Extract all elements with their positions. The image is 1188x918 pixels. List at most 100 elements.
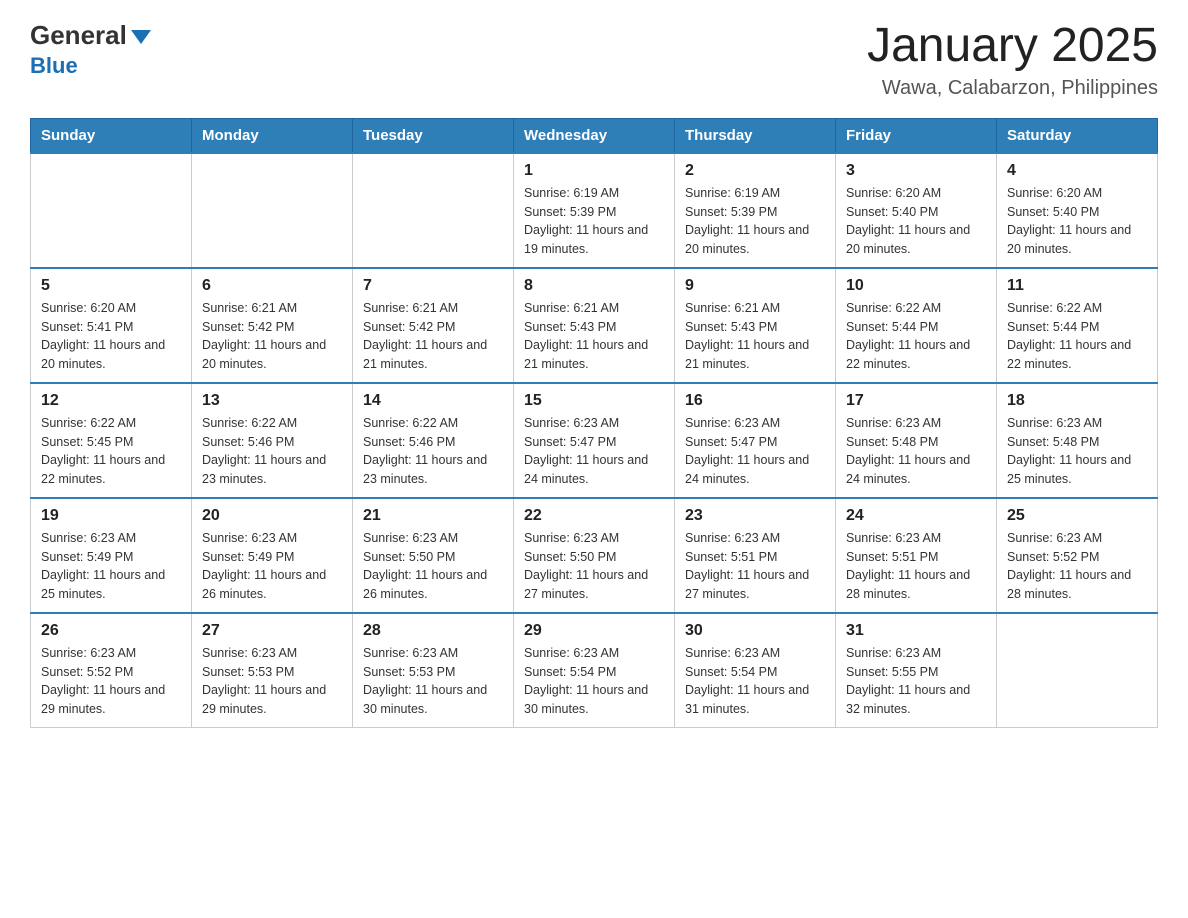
day-info: Sunrise: 6:23 AM Sunset: 5:49 PM Dayligh…	[202, 529, 342, 604]
day-info: Sunrise: 6:21 AM Sunset: 5:43 PM Dayligh…	[524, 299, 664, 374]
calendar-cell: 21Sunrise: 6:23 AM Sunset: 5:50 PM Dayli…	[353, 498, 514, 613]
day-number: 24	[846, 507, 986, 525]
day-number: 14	[363, 392, 503, 410]
day-number: 15	[524, 392, 664, 410]
title-area: January 2025 Wawa, Calabarzon, Philippin…	[867, 20, 1158, 100]
logo-triangle-icon	[131, 30, 151, 44]
day-info: Sunrise: 6:23 AM Sunset: 5:53 PM Dayligh…	[202, 644, 342, 719]
calendar-cell: 4Sunrise: 6:20 AM Sunset: 5:40 PM Daylig…	[997, 153, 1158, 268]
logo-general-text: General	[30, 20, 127, 51]
day-info: Sunrise: 6:22 AM Sunset: 5:45 PM Dayligh…	[41, 414, 181, 489]
day-info: Sunrise: 6:23 AM Sunset: 5:48 PM Dayligh…	[846, 414, 986, 489]
week-row-1: 1 Sunrise: 6:19 AM Sunset: 5:39 PM Daylig…	[31, 153, 1158, 268]
day-number: 16	[685, 392, 825, 410]
calendar-cell	[192, 153, 353, 268]
page-header: General Blue January 2025 Wawa, Calabarz…	[30, 20, 1158, 100]
day-info: Sunrise: 6:22 AM Sunset: 5:46 PM Dayligh…	[363, 414, 503, 489]
day-number: 30	[685, 622, 825, 640]
day-info: Sunrise: 6:20 AM Sunset: 5:40 PM Dayligh…	[846, 184, 986, 259]
day-info: Sunrise: 6:23 AM Sunset: 5:52 PM Dayligh…	[1007, 529, 1147, 604]
day-number: 3	[846, 162, 986, 180]
calendar-header-row: SundayMondayTuesdayWednesdayThursdayFrid…	[31, 118, 1158, 153]
day-info: Sunrise: 6:23 AM Sunset: 5:54 PM Dayligh…	[685, 644, 825, 719]
day-number: 8	[524, 277, 664, 295]
calendar-cell: 27 Sunrise: 6:23 AM Sunset: 5:53 PM Dayli…	[192, 613, 353, 728]
column-header-saturday: Saturday	[997, 118, 1158, 153]
calendar-cell: 15Sunrise: 6:23 AM Sunset: 5:47 PM Dayli…	[514, 383, 675, 498]
day-number: 1	[524, 162, 664, 180]
calendar-cell: 28 Sunrise: 6:23 AM Sunset: 5:53 PM Dayli…	[353, 613, 514, 728]
calendar-cell: 22Sunrise: 6:23 AM Sunset: 5:50 PM Dayli…	[514, 498, 675, 613]
calendar-cell: 1 Sunrise: 6:19 AM Sunset: 5:39 PM Daylig…	[514, 153, 675, 268]
calendar-cell: 6 Sunrise: 6:21 AM Sunset: 5:42 PM Daylig…	[192, 268, 353, 383]
day-number: 13	[202, 392, 342, 410]
calendar-cell: 3 Sunrise: 6:20 AM Sunset: 5:40 PM Daylig…	[836, 153, 997, 268]
calendar-cell: 5Sunrise: 6:20 AM Sunset: 5:41 PM Daylig…	[31, 268, 192, 383]
day-number: 28	[363, 622, 503, 640]
day-number: 18	[1007, 392, 1147, 410]
week-row-3: 12 Sunrise: 6:22 AM Sunset: 5:45 PM Dayli…	[31, 383, 1158, 498]
day-info: Sunrise: 6:22 AM Sunset: 5:44 PM Dayligh…	[846, 299, 986, 374]
day-number: 29	[524, 622, 664, 640]
column-header-sunday: Sunday	[31, 118, 192, 153]
day-number: 6	[202, 277, 342, 295]
page-title: January 2025	[867, 20, 1158, 73]
day-number: 26	[41, 622, 181, 640]
day-number: 25	[1007, 507, 1147, 525]
calendar-cell: 20 Sunrise: 6:23 AM Sunset: 5:49 PM Dayli…	[192, 498, 353, 613]
day-number: 23	[685, 507, 825, 525]
calendar-cell: 8 Sunrise: 6:21 AM Sunset: 5:43 PM Daylig…	[514, 268, 675, 383]
day-info: Sunrise: 6:23 AM Sunset: 5:51 PM Dayligh…	[846, 529, 986, 604]
day-info: Sunrise: 6:21 AM Sunset: 5:42 PM Dayligh…	[202, 299, 342, 374]
calendar-cell: 23 Sunrise: 6:23 AM Sunset: 5:51 PM Dayli…	[675, 498, 836, 613]
calendar-cell: 17 Sunrise: 6:23 AM Sunset: 5:48 PM Dayli…	[836, 383, 997, 498]
day-info: Sunrise: 6:21 AM Sunset: 5:42 PM Dayligh…	[363, 299, 503, 374]
calendar-cell: 13 Sunrise: 6:22 AM Sunset: 5:46 PM Dayli…	[192, 383, 353, 498]
calendar-cell: 9Sunrise: 6:21 AM Sunset: 5:43 PM Daylig…	[675, 268, 836, 383]
calendar-cell	[997, 613, 1158, 728]
day-info: Sunrise: 6:21 AM Sunset: 5:43 PM Dayligh…	[685, 299, 825, 374]
calendar-cell: 26Sunrise: 6:23 AM Sunset: 5:52 PM Dayli…	[31, 613, 192, 728]
day-number: 20	[202, 507, 342, 525]
day-number: 31	[846, 622, 986, 640]
calendar-cell: 2Sunrise: 6:19 AM Sunset: 5:39 PM Daylig…	[675, 153, 836, 268]
week-row-5: 26Sunrise: 6:23 AM Sunset: 5:52 PM Dayli…	[31, 613, 1158, 728]
day-info: Sunrise: 6:23 AM Sunset: 5:50 PM Dayligh…	[524, 529, 664, 604]
day-number: 19	[41, 507, 181, 525]
day-info: Sunrise: 6:23 AM Sunset: 5:47 PM Dayligh…	[685, 414, 825, 489]
column-header-friday: Friday	[836, 118, 997, 153]
day-number: 27	[202, 622, 342, 640]
page-subtitle: Wawa, Calabarzon, Philippines	[867, 77, 1158, 100]
day-number: 4	[1007, 162, 1147, 180]
logo-blue-text: Blue	[30, 53, 78, 78]
day-info: Sunrise: 6:19 AM Sunset: 5:39 PM Dayligh…	[524, 184, 664, 259]
week-row-4: 19 Sunrise: 6:23 AM Sunset: 5:49 PM Dayli…	[31, 498, 1158, 613]
calendar-cell: 12 Sunrise: 6:22 AM Sunset: 5:45 PM Dayli…	[31, 383, 192, 498]
calendar-cell: 11Sunrise: 6:22 AM Sunset: 5:44 PM Dayli…	[997, 268, 1158, 383]
day-info: Sunrise: 6:23 AM Sunset: 5:48 PM Dayligh…	[1007, 414, 1147, 489]
calendar-cell: 29 Sunrise: 6:23 AM Sunset: 5:54 PM Dayli…	[514, 613, 675, 728]
calendar-cell: 10 Sunrise: 6:22 AM Sunset: 5:44 PM Dayli…	[836, 268, 997, 383]
column-header-thursday: Thursday	[675, 118, 836, 153]
calendar-table: SundayMondayTuesdayWednesdayThursdayFrid…	[30, 118, 1158, 728]
day-info: Sunrise: 6:23 AM Sunset: 5:53 PM Dayligh…	[363, 644, 503, 719]
day-info: Sunrise: 6:22 AM Sunset: 5:44 PM Dayligh…	[1007, 299, 1147, 374]
week-row-2: 5Sunrise: 6:20 AM Sunset: 5:41 PM Daylig…	[31, 268, 1158, 383]
calendar-cell: 19 Sunrise: 6:23 AM Sunset: 5:49 PM Dayli…	[31, 498, 192, 613]
calendar-cell: 25 Sunrise: 6:23 AM Sunset: 5:52 PM Dayli…	[997, 498, 1158, 613]
calendar-cell: 31 Sunrise: 6:23 AM Sunset: 5:55 PM Dayli…	[836, 613, 997, 728]
day-info: Sunrise: 6:20 AM Sunset: 5:41 PM Dayligh…	[41, 299, 181, 374]
day-number: 10	[846, 277, 986, 295]
logo: General	[30, 20, 151, 51]
calendar-cell: 18 Sunrise: 6:23 AM Sunset: 5:48 PM Dayli…	[997, 383, 1158, 498]
day-number: 17	[846, 392, 986, 410]
day-number: 12	[41, 392, 181, 410]
column-header-tuesday: Tuesday	[353, 118, 514, 153]
day-info: Sunrise: 6:23 AM Sunset: 5:49 PM Dayligh…	[41, 529, 181, 604]
day-info: Sunrise: 6:23 AM Sunset: 5:51 PM Dayligh…	[685, 529, 825, 604]
day-info: Sunrise: 6:22 AM Sunset: 5:46 PM Dayligh…	[202, 414, 342, 489]
day-info: Sunrise: 6:23 AM Sunset: 5:55 PM Dayligh…	[846, 644, 986, 719]
calendar-cell: 16 Sunrise: 6:23 AM Sunset: 5:47 PM Dayli…	[675, 383, 836, 498]
calendar-cell: 24 Sunrise: 6:23 AM Sunset: 5:51 PM Dayli…	[836, 498, 997, 613]
day-info: Sunrise: 6:23 AM Sunset: 5:54 PM Dayligh…	[524, 644, 664, 719]
